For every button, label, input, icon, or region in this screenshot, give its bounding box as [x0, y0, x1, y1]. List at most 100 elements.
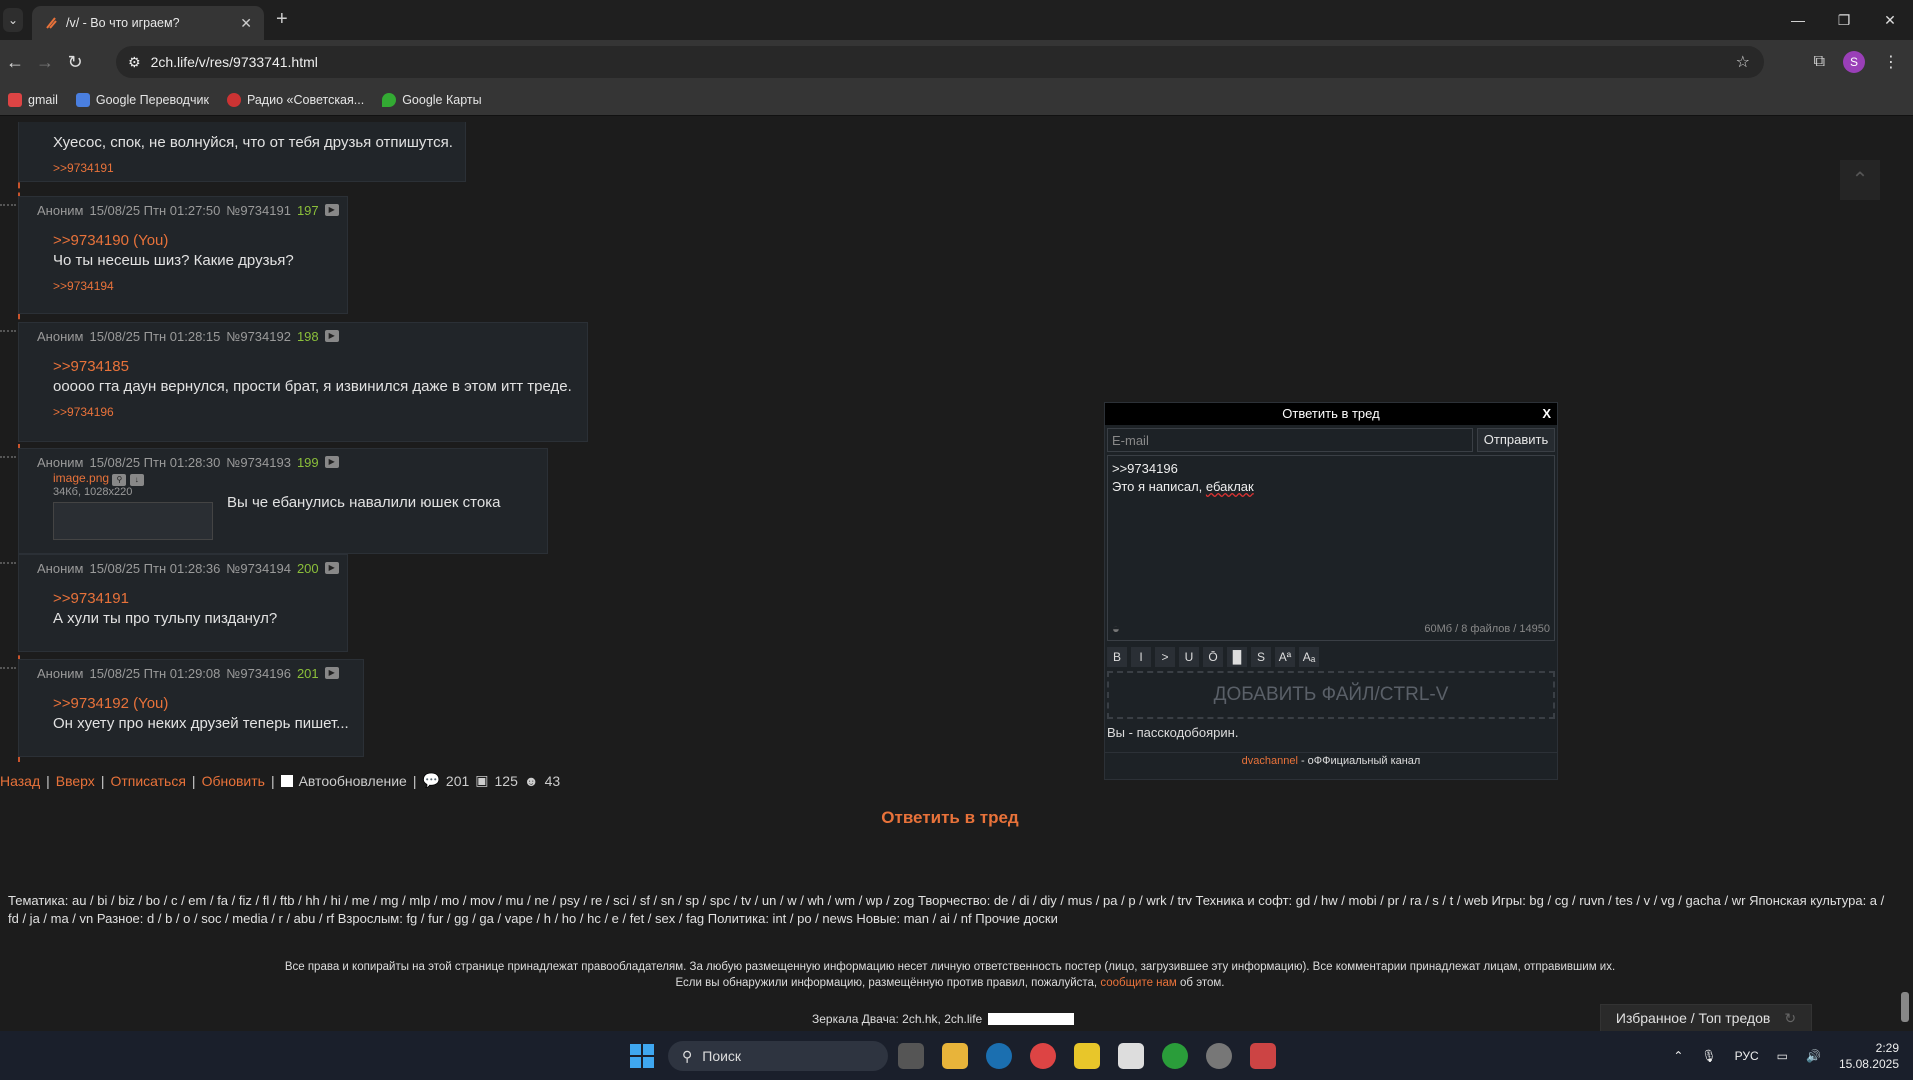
bookmark-gmail[interactable]: gmail [8, 92, 58, 107]
post: Аноним 15/08/25 Птн 01:28:15 №9734192 198 ▶ … [18, 322, 588, 442]
address-bar-row: ← → ↻ ⚙ 2ch.life/v/res/9733741.html ☆ ⧉ … [0, 40, 1913, 84]
post-reference[interactable]: >>9734192 (You) [53, 694, 355, 714]
underline-button[interactable]: U [1179, 647, 1199, 667]
extensions-icon[interactable]: ⧉ [1814, 53, 1825, 71]
profile-avatar[interactable]: S [1843, 51, 1865, 73]
app2-icon[interactable] [1250, 1043, 1276, 1069]
post-reference[interactable]: >>9734191 [53, 589, 339, 609]
spoiler-button[interactable]: █ [1227, 647, 1247, 667]
post-reference[interactable]: >>9734185 [53, 357, 579, 377]
close-window-button[interactable]: ✕ [1867, 0, 1913, 40]
tray-arrow-icon[interactable]: ⌃ [1673, 1049, 1683, 1063]
report-link[interactable]: сообщите нам [1100, 977, 1177, 989]
file-name[interactable]: image.png [53, 471, 109, 485]
browser-tab[interactable]: /v/ - Во что играем? ✕ [32, 6, 264, 40]
reply-form-header[interactable]: Ответить в тред X [1105, 403, 1557, 425]
maximize-button[interactable]: ❐ [1821, 0, 1867, 40]
close-form-button[interactable]: X [1542, 403, 1551, 425]
play-icon[interactable]: ▶ [324, 456, 339, 468]
send-button[interactable]: Отправить [1477, 428, 1555, 452]
bold-button[interactable]: B [1107, 647, 1127, 667]
image-thumbnail[interactable] [53, 502, 213, 540]
back-icon[interactable]: ← [0, 52, 30, 73]
minimize-button[interactable]: — [1775, 0, 1821, 40]
back-link[interactable]: Назад [0, 773, 40, 789]
autoupdate-checkbox[interactable] [280, 774, 293, 787]
reload-icon[interactable]: ↻ [60, 52, 90, 73]
site-info-icon[interactable]: ⚙ [128, 54, 141, 71]
post-number[interactable]: №9734194 [226, 561, 291, 576]
strike-button[interactable]: S [1251, 647, 1271, 667]
post-number[interactable]: №9734196 [226, 666, 291, 681]
post-answers[interactable]: >>9734191 [37, 161, 457, 175]
footer-disclaimer: Все права и копирайты на этой странице п… [0, 959, 1900, 991]
mirror-banner[interactable] [988, 1013, 1075, 1025]
message-textarea[interactable]: >>9734196 Это я написал, ебаклак ◒ 60Мб … [1107, 455, 1555, 641]
channel-link[interactable]: dvachannel [1242, 755, 1298, 767]
autoupdate-label: Автообновление [298, 772, 407, 789]
bookmark-radio[interactable]: Радио «Советская... [226, 92, 364, 107]
file-explorer-icon[interactable] [942, 1043, 968, 1069]
clock[interactable]: 2:29 15.08.2025 [1839, 1040, 1899, 1072]
scroll-top-button[interactable]: ⌃ [1840, 160, 1880, 200]
menu-icon[interactable]: ⋮ [1883, 52, 1899, 72]
post-number[interactable]: №9734192 [226, 329, 291, 344]
post-answers[interactable]: >>9734194 [37, 279, 339, 293]
play-icon[interactable]: ▶ [324, 562, 339, 574]
taskbar-search[interactable]: ⚲ Поиск [668, 1041, 888, 1071]
app-icon[interactable] [1074, 1043, 1100, 1069]
download-icon[interactable]: ↓ [129, 474, 144, 486]
editor-icon[interactable] [1118, 1043, 1144, 1069]
microphone-icon[interactable]: 🎙 [1701, 1049, 1716, 1063]
file-dropzone[interactable]: ДОБАВИТЬ ФАЙЛ/CTRL-V [1107, 671, 1555, 719]
board-list[interactable]: Тематика: au / bi / biz / bo / c / em / … [8, 892, 1888, 928]
scrollbar-thumb[interactable] [1901, 992, 1909, 1022]
post-number[interactable]: №9734193 [226, 455, 291, 470]
bookmark-star-icon[interactable]: ☆ [1736, 52, 1750, 72]
post-number[interactable]: №9734191 [226, 203, 291, 218]
tree-dots [0, 330, 16, 332]
post-answers[interactable]: >>9734196 [37, 405, 579, 419]
reply-thread-link[interactable]: Ответить в тред [0, 808, 1900, 828]
thread-page: Хуесос, спок, не волнуйся, что от тебя д… [0, 122, 1913, 1031]
steam-icon[interactable] [986, 1043, 1012, 1069]
email-field[interactable]: E-mail [1107, 428, 1473, 452]
search-image-icon[interactable]: ⚲ [112, 474, 127, 486]
new-tab-button[interactable]: + [276, 8, 288, 31]
play-icon[interactable]: ▶ [324, 204, 339, 216]
tree-dots [0, 456, 16, 458]
post: Аноним 15/08/25 Птн 01:28:30 №9734193 199 ▶ … [18, 448, 548, 554]
tab-search-button[interactable]: ⌄ [3, 8, 23, 32]
bookmark-translate[interactable]: Google Переводчик [75, 92, 209, 107]
refresh-link[interactable]: Обновить [202, 773, 265, 789]
start-button[interactable] [630, 1044, 654, 1068]
chrome-active-icon[interactable] [1162, 1043, 1188, 1069]
task-view-icon[interactable] [898, 1043, 924, 1069]
play-icon[interactable]: ▶ [324, 667, 339, 679]
unsubscribe-link[interactable]: Отписаться [110, 773, 185, 789]
language-indicator[interactable]: РУС [1735, 1049, 1759, 1063]
italic-button[interactable]: I [1131, 647, 1151, 667]
bookmark-maps[interactable]: Google Карты [382, 92, 482, 107]
reply-form: Ответить в тред X E-mail Отправить >>9734… [1104, 402, 1558, 780]
up-link[interactable]: Вверх [56, 773, 95, 789]
quote-button[interactable]: > [1155, 647, 1175, 667]
play-icon[interactable]: ▶ [324, 330, 339, 342]
forward-icon[interactable]: → [30, 52, 60, 73]
page-scrollbar[interactable] [1901, 122, 1909, 1031]
url-bar[interactable]: ⚙ 2ch.life/v/res/9733741.html ☆ [116, 46, 1764, 78]
post-reference[interactable]: >>9734190 (You) [53, 231, 339, 251]
channel-text: - оФФициальный канал [1297, 755, 1421, 767]
superscript-button[interactable]: Aª [1275, 647, 1295, 667]
emoji-icon[interactable]: ◒ [1112, 620, 1120, 638]
subscript-button[interactable]: Aₐ [1299, 647, 1319, 667]
obs-icon[interactable] [1206, 1043, 1232, 1069]
poster-name: Аноним [37, 328, 84, 344]
tab-close-icon[interactable]: ✕ [240, 15, 252, 32]
chrome-icon[interactable] [1030, 1043, 1056, 1069]
overline-button[interactable]: Ō [1203, 647, 1223, 667]
poster-name: Аноним [37, 454, 84, 470]
network-icon[interactable]: ▭ [1777, 1049, 1788, 1063]
volume-icon[interactable]: 🔊 [1806, 1049, 1821, 1063]
favorites-button[interactable]: Избранное / Топ тредов ↻ [1600, 1004, 1812, 1031]
